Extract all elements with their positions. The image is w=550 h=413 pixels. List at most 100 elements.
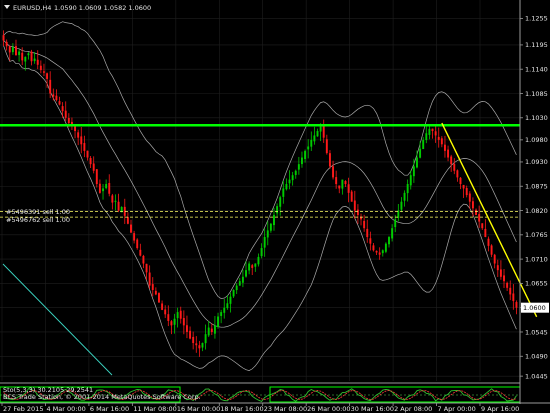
- bull-candle: [260, 248, 263, 257]
- bear-candle: [136, 239, 139, 249]
- bull-candle: [301, 157, 303, 165]
- bull-candle: [245, 270, 247, 277]
- bull-candle: [307, 146, 310, 150]
- bear-candle: [338, 185, 341, 189]
- bear-candle: [145, 263, 148, 273]
- price-tick-label: 1.0490: [525, 353, 548, 361]
- bull-candle: [254, 263, 257, 267]
- bear-candle: [49, 79, 52, 94]
- bull-candle: [18, 51, 21, 56]
- bull-candle: [223, 307, 226, 313]
- price-tick-label: 1.1255: [525, 15, 548, 23]
- bear-candle: [356, 209, 359, 215]
- price-tick-label: 1.0980: [525, 136, 548, 144]
- bear-candle: [437, 136, 440, 140]
- bull-candle: [425, 133, 428, 141]
- bear-candle: [503, 275, 505, 282]
- time-tick-label: 23 Mar 08:00: [264, 405, 307, 413]
- bear-candle: [350, 191, 353, 202]
- bear-candle: [509, 287, 512, 295]
- bull-candle: [235, 285, 238, 291]
- bull-candle: [238, 281, 241, 286]
- bear-candle: [363, 220, 366, 229]
- bear-candle: [43, 71, 45, 73]
- bull-candle: [310, 139, 313, 147]
- bear-candle: [8, 46, 11, 53]
- bull-candle: [226, 303, 229, 309]
- bear-candle: [158, 293, 160, 303]
- bull-candle: [279, 197, 282, 207]
- bear-candle: [431, 128, 434, 132]
- bear-candle: [496, 265, 499, 271]
- bear-candle: [130, 224, 132, 233]
- bear-candle: [325, 139, 328, 154]
- bull-candle: [313, 135, 316, 142]
- bear-candle: [77, 132, 80, 138]
- bull-candle: [207, 327, 210, 336]
- bear-candle: [484, 228, 487, 238]
- bear-candle: [251, 265, 254, 268]
- bear-candle: [5, 41, 8, 47]
- bear-candle: [83, 143, 86, 151]
- bear-candle: [347, 184, 350, 193]
- time-tick-label: 2 Apr 08:00: [394, 405, 432, 413]
- bear-candle: [372, 245, 375, 251]
- bear-candle: [512, 293, 515, 302]
- bear-candle: [108, 182, 111, 194]
- bull-candle: [304, 150, 307, 159]
- chart-area[interactable]: #5496391 sell 1.00 #5496762 sell 1.00 EU…: [0, 0, 550, 413]
- bear-candle: [335, 177, 338, 185]
- bull-candle: [248, 263, 251, 271]
- bear-candle: [493, 254, 496, 264]
- bull-candle: [416, 157, 418, 168]
- bear-candle: [154, 290, 157, 295]
- bull-candle: [105, 184, 108, 189]
- bull-candle: [27, 53, 30, 56]
- time-axis[interactable]: 27 Feb 2015 4 Mar 00:00 6 Mar 16:00 11 Mar …: [1, 403, 519, 413]
- bear-candle: [80, 136, 83, 145]
- bull-candle: [232, 290, 235, 297]
- bull-candle: [220, 312, 223, 316]
- bear-candle: [471, 201, 474, 209]
- bull-candle: [319, 126, 322, 132]
- bull-candle: [428, 128, 431, 135]
- bear-candle: [52, 94, 55, 97]
- copyright-text: BCS Trade Station, © 2001-2014 MetaQuote…: [3, 393, 201, 401]
- bull-candle: [241, 276, 244, 283]
- bull-candle: [294, 170, 297, 175]
- bear-candle: [89, 158, 92, 165]
- bear-candle: [30, 51, 33, 62]
- bull-candle: [114, 200, 117, 202]
- bear-candle: [481, 223, 484, 229]
- bear-candle: [195, 343, 198, 346]
- bear-candle: [322, 125, 325, 138]
- bear-candle: [21, 52, 24, 61]
- bear-candle: [344, 181, 347, 185]
- bear-candle: [478, 214, 481, 222]
- bull-candle: [291, 175, 294, 181]
- price-tick-label: 1.0545: [525, 328, 548, 336]
- bear-candle: [490, 245, 493, 255]
- indicator-window[interactable]: Sto(5,3,3) 30.2105 29.2541 BCS Trade Sta…: [0, 382, 521, 403]
- bear-candle: [506, 282, 509, 288]
- bull-candle: [400, 201, 403, 210]
- bear-candle: [2, 35, 5, 41]
- bull-candle: [422, 139, 425, 150]
- bear-candle: [142, 255, 145, 264]
- bull-candle: [173, 318, 176, 325]
- bear-candle: [440, 138, 443, 145]
- bull-candle: [381, 250, 384, 254]
- bear-candle: [465, 188, 468, 196]
- bull-candle: [406, 184, 409, 194]
- bear-candle: [487, 238, 490, 246]
- bull-candle: [102, 188, 104, 192]
- price-tick-label: 1.1140: [525, 66, 548, 74]
- price-tick-label: 1.0820: [525, 207, 548, 215]
- bull-candle: [204, 334, 207, 344]
- bear-candle: [179, 310, 182, 319]
- bear-candle: [15, 46, 17, 56]
- bear-candle: [192, 336, 195, 344]
- time-tick-label: 11 Mar 08:00: [133, 405, 176, 413]
- bull-candle: [276, 206, 279, 214]
- bull-candle: [217, 316, 219, 327]
